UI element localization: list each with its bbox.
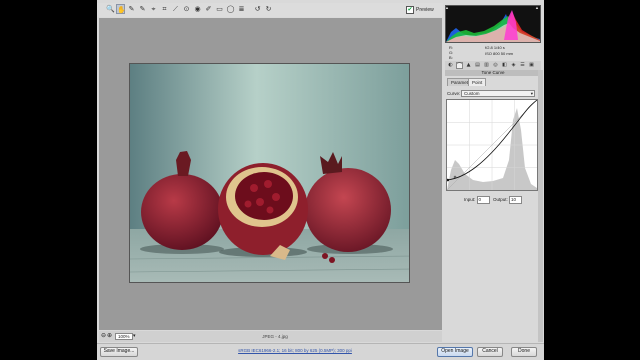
- curve-point[interactable]: [446, 178, 450, 182]
- spot-removal-tool-icon[interactable]: ⊙: [182, 4, 191, 14]
- output-value[interactable]: 10: [509, 196, 523, 204]
- panel-title: Tone Curve: [445, 70, 541, 76]
- output-label: Output:: [493, 197, 508, 203]
- output-field: Output: 10: [493, 196, 523, 204]
- tone-curve-svg: [446, 99, 538, 191]
- open-image-button[interactable]: Open Image: [437, 347, 473, 357]
- preview-checkbox[interactable]: ✔: [406, 6, 414, 14]
- camera-info: R: G: B: f/2.8 1/40 s ISO 800 50 mm: [445, 44, 541, 60]
- straighten-tool-icon[interactable]: ⟋: [171, 4, 180, 14]
- split-toning-panel-icon[interactable]: ▥: [483, 62, 490, 69]
- basic-panel-icon[interactable]: ◐: [447, 62, 454, 69]
- effects-panel-icon[interactable]: ◧: [501, 62, 508, 69]
- curve-preset-row: Curve: Custom ▾: [447, 90, 539, 98]
- input-label: Input:: [464, 197, 476, 203]
- workflow-options-link[interactable]: sRGB IEC61966-2.1; 16 bit; 800 by 625 (0…: [225, 347, 365, 355]
- crop-tool-icon[interactable]: ⌗: [160, 4, 169, 14]
- iso-focal: ISO 800 50 mm: [485, 51, 514, 56]
- file-name-label: JPEG - 4.jpg: [262, 334, 288, 339]
- tone-curve-graph[interactable]: [446, 99, 538, 191]
- save-image-button[interactable]: Save Image...: [100, 347, 138, 357]
- lens-panel-icon[interactable]: ◎: [492, 62, 499, 69]
- tone-curve-panel-icon[interactable]: ⌒: [456, 62, 463, 69]
- cancel-button[interactable]: Cancel: [477, 347, 503, 357]
- curve-label: Curve:: [447, 91, 461, 96]
- red-eye-tool-icon[interactable]: ◉: [193, 4, 202, 14]
- hand-tool-icon[interactable]: ✋: [116, 4, 126, 14]
- input-field: Input: 0: [464, 196, 490, 204]
- color-sampler-tool-icon[interactable]: ✎: [138, 4, 147, 14]
- graduated-filter-icon[interactable]: ▭: [215, 4, 224, 14]
- chevron-down-icon[interactable]: ▾: [133, 333, 139, 340]
- zoom-tool-icon[interactable]: 🔍: [106, 4, 115, 14]
- panel-tabs: ◐ ⌒ ▲ ▤ ▥ ◎ ◧ ◈ ☰ ▣: [445, 61, 541, 70]
- panel-scrollbar[interactable]: [538, 70, 543, 342]
- pomegranate-photo: [130, 64, 409, 282]
- curve-preset-select[interactable]: Custom ▾: [461, 90, 535, 97]
- preview-toggle[interactable]: ✔ Preview: [406, 5, 434, 15]
- zoom-level-select[interactable]: 100%: [115, 333, 133, 340]
- targeted-adjustment-tool-icon[interactable]: ⌖: [149, 4, 158, 14]
- photo-preview[interactable]: [129, 63, 410, 283]
- zoom-level-value: 100%: [118, 334, 130, 339]
- adjustment-brush-icon[interactable]: ✐: [204, 4, 213, 14]
- histogram-graph: [446, 10, 540, 42]
- rgb-labels: R: G: B:: [449, 45, 453, 60]
- detail-panel-icon[interactable]: ▲: [465, 62, 472, 69]
- b-label: B:: [449, 55, 453, 60]
- camera-calibration-panel-icon[interactable]: ◈: [510, 62, 517, 69]
- tab-point[interactable]: Point: [468, 78, 487, 86]
- chevron-down-icon: ▾: [530, 91, 533, 96]
- rotate-left-icon[interactable]: ↺: [253, 4, 262, 14]
- curve-preset-value: Custom: [464, 91, 480, 96]
- radial-filter-icon[interactable]: ◯: [226, 4, 235, 14]
- exif-info: f/2.8 1/40 s ISO 800 50 mm: [485, 45, 513, 57]
- hsl-panel-icon[interactable]: ▤: [474, 62, 481, 69]
- white-balance-tool-icon[interactable]: ✎: [127, 4, 136, 14]
- histogram: [445, 5, 541, 43]
- highlight-clipping-icon[interactable]: ▲: [535, 5, 541, 10]
- presets-panel-icon[interactable]: ☰: [519, 62, 526, 69]
- shadow-clipping-icon[interactable]: ▲: [445, 5, 451, 10]
- snapshots-panel-icon[interactable]: ▣: [528, 62, 535, 69]
- rotate-right-icon[interactable]: ↻: [264, 4, 273, 14]
- zoom-in-icon[interactable]: ⊕: [107, 333, 113, 340]
- done-button[interactable]: Done: [511, 347, 537, 357]
- input-value[interactable]: 0: [476, 196, 490, 204]
- tool-group: 🔍 ✋ ✎ ✎ ⌖ ⌗ ⟋ ⊙ ◉ ✐ ▭ ◯ ≣ ↺ ↻: [100, 3, 340, 17]
- preview-label: Preview: [416, 7, 434, 13]
- preferences-icon[interactable]: ≣: [237, 4, 246, 14]
